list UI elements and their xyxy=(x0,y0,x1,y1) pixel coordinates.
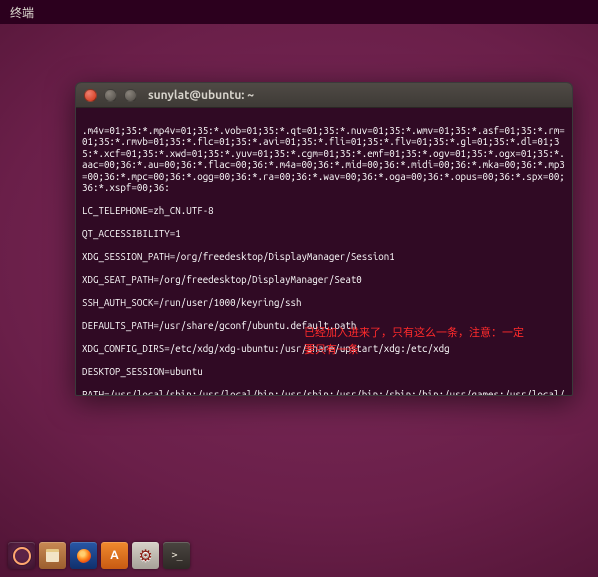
terminal-line: PATH=/usr/local/sbin:/usr/local/bin:/usr… xyxy=(82,389,566,396)
close-icon[interactable] xyxy=(84,89,97,102)
annotation-text: 已经加入进来了，只有这么一条，注意：一定 xyxy=(304,325,524,339)
terminal-line: XDG_SESSION_PATH=/org/freedesktop/Displa… xyxy=(82,251,566,263)
desktop-menu-bar: 终端 xyxy=(0,0,598,24)
launcher-dock xyxy=(6,540,192,571)
annotation-text: 要只有一条 xyxy=(304,342,359,356)
dash-icon[interactable] xyxy=(8,542,35,569)
terminal-output[interactable]: .m4v=01;35:*.mp4v=01;35:*.vob=01;35:*.qt… xyxy=(76,108,572,395)
software-center-icon[interactable] xyxy=(101,542,128,569)
minimize-icon[interactable] xyxy=(104,89,117,102)
terminal-icon[interactable] xyxy=(163,542,190,569)
terminal-line: DESKTOP_SESSION=ubuntu xyxy=(82,366,566,378)
terminal-line: LC_TELEPHONE=zh_CN.UTF-8 xyxy=(82,205,566,217)
terminal-line: SSH_AUTH_SOCK=/run/user/1000/keyring/ssh xyxy=(82,297,566,309)
menu-bar-title: 终端 xyxy=(10,4,34,21)
settings-icon[interactable] xyxy=(132,542,159,569)
firefox-icon[interactable] xyxy=(70,542,97,569)
window-title: sunylat@ubuntu: ~ xyxy=(148,89,254,102)
terminal-line: .m4v=01;35:*.mp4v=01;35:*.vob=01;35:*.qt… xyxy=(82,125,566,194)
maximize-icon[interactable] xyxy=(124,89,137,102)
terminal-line: QT_ACCESSIBILITY=1 xyxy=(82,228,566,240)
files-icon[interactable] xyxy=(39,542,66,569)
terminal-window: sunylat@ubuntu: ~ .m4v=01;35:*.mp4v=01;3… xyxy=(75,82,573,396)
window-title-bar[interactable]: sunylat@ubuntu: ~ xyxy=(76,83,572,108)
terminal-line: XDG_SEAT_PATH=/org/freedesktop/DisplayMa… xyxy=(82,274,566,286)
